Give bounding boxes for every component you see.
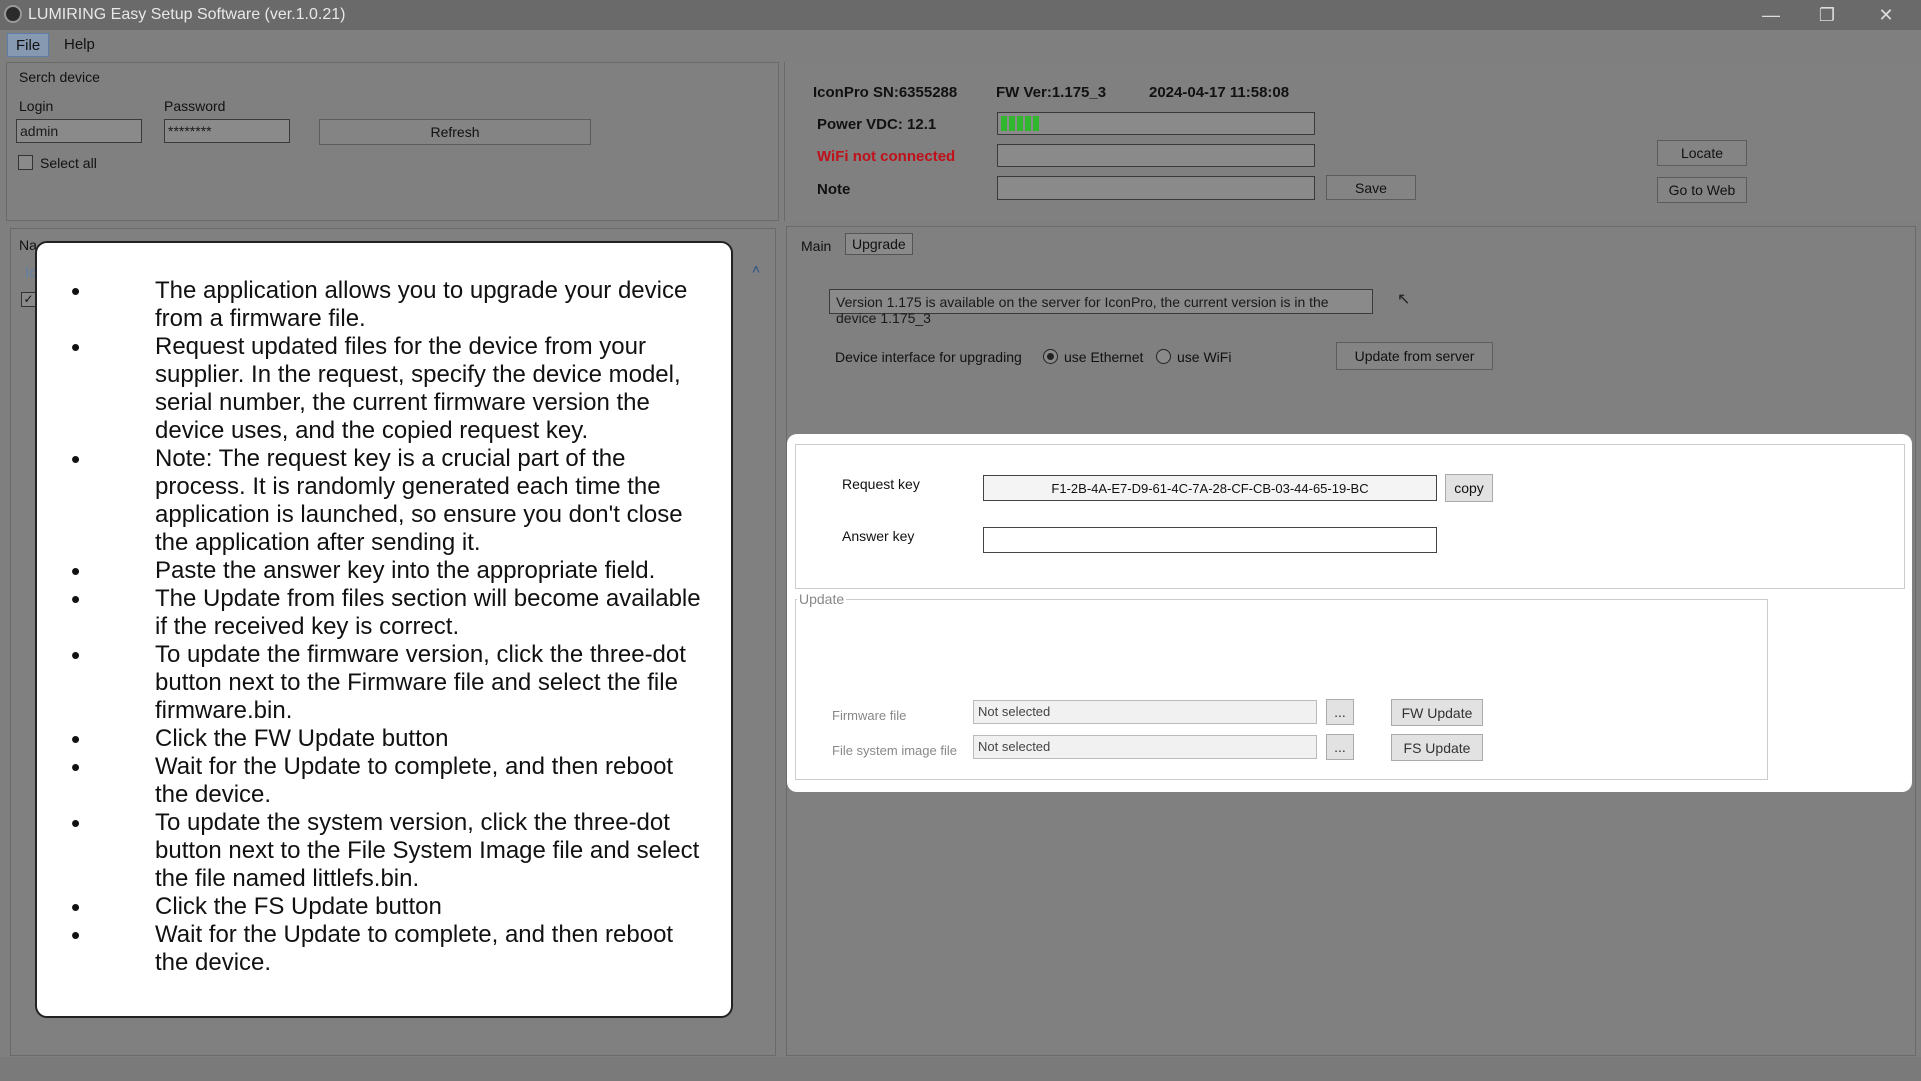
menu-help[interactable]: Help: [56, 33, 103, 57]
power-level-segment: [1009, 116, 1015, 131]
answer-key-input[interactable]: [983, 527, 1437, 553]
request-key-label: Request key: [842, 476, 920, 492]
firmware-file-field: Not selected: [973, 700, 1317, 724]
instruction-item: To update the firmware version, click th…: [37, 641, 701, 725]
password-label: Password: [164, 98, 226, 114]
instruction-item: The application allows you to upgrade yo…: [37, 277, 701, 333]
device-row-checkbox[interactable]: ✓: [21, 292, 36, 307]
fw-update-button[interactable]: FW Update: [1391, 699, 1483, 726]
wifi-field: [997, 144, 1315, 167]
power-level-segment: [1033, 116, 1039, 131]
power-level-segment: [1001, 116, 1007, 131]
power-level-segment: [1017, 116, 1023, 131]
menu-file[interactable]: File: [7, 33, 50, 57]
answer-key-label: Answer key: [842, 528, 915, 544]
instruction-item: Wait for the Update to complete, and the…: [37, 753, 701, 809]
server-version-message: Version 1.175 is available on the server…: [829, 289, 1373, 326]
password-input[interactable]: ********: [164, 119, 290, 143]
login-label: Login: [19, 98, 54, 114]
login-input[interactable]: admin: [16, 119, 142, 143]
save-button[interactable]: Save: [1326, 175, 1416, 200]
firmware-browse-button[interactable]: ...: [1326, 699, 1354, 725]
request-key-field[interactable]: F1-2B-4A-E7-D9-61-4C-7A-28-CF-CB-03-44-6…: [983, 475, 1437, 501]
interface-label: Device interface for upgrading: [835, 349, 1022, 365]
power-level-segment: [1025, 116, 1031, 131]
note-input[interactable]: [997, 176, 1315, 200]
power-level-bar: [997, 112, 1315, 135]
tab-main[interactable]: Main: [797, 236, 835, 256]
restore-icon[interactable]: ❐: [1799, 0, 1855, 30]
app-icon: [4, 5, 22, 23]
keys-panel: Request key F1-2B-4A-E7-D9-61-4C-7A-28-C…: [787, 434, 1912, 792]
fs-image-field: Not selected: [973, 735, 1317, 759]
ethernet-radio[interactable]: [1043, 349, 1058, 364]
update-group-label: Update: [797, 591, 847, 607]
refresh-button[interactable]: Refresh: [319, 119, 591, 145]
select-all-checkbox[interactable]: [18, 155, 33, 170]
instruction-item: Note: The request key is a crucial part …: [37, 445, 701, 557]
ethernet-radio-label[interactable]: use Ethernet: [1064, 349, 1143, 365]
select-all-label: Select all: [40, 155, 97, 171]
copy-button[interactable]: copy: [1445, 474, 1493, 502]
minimize-icon[interactable]: —: [1743, 0, 1799, 30]
wifi-status: WiFi not connected: [817, 148, 956, 165]
go-to-web-button[interactable]: Go to Web: [1657, 177, 1747, 203]
instruction-item: Paste the answer key into the appropriat…: [37, 557, 701, 585]
fs-browse-button[interactable]: ...: [1326, 734, 1354, 760]
search-device-group: Serch device Login admin Password ******…: [6, 62, 779, 221]
device-sn: IconPro SN:6355288: [813, 84, 958, 101]
locate-button[interactable]: Locate: [1657, 140, 1747, 166]
note-label: Note: [817, 181, 851, 198]
wifi-radio-label[interactable]: use WiFi: [1177, 349, 1231, 365]
instruction-item: Wait for the Update to complete, and the…: [37, 921, 701, 977]
fs-update-button[interactable]: FS Update: [1391, 734, 1483, 761]
instructions-list: The application allows you to upgrade yo…: [37, 277, 701, 977]
device-datetime: 2024-04-17 11:58:08: [1149, 84, 1290, 101]
power-label: Power VDC: 12.1: [817, 116, 937, 133]
title-bar: LUMIRING Easy Setup Software (ver.1.0.21…: [0, 0, 1921, 30]
wifi-radio[interactable]: [1156, 349, 1171, 364]
device-info-panel: IconPro SN:6355288 FW Ver:1.175_3 2024-0…: [784, 62, 1921, 221]
firmware-version: FW Ver:1.175_3: [996, 84, 1107, 101]
search-group-label: Serch device: [19, 69, 100, 85]
instruction-item: The Update from files section will becom…: [37, 585, 701, 641]
mouse-cursor-icon: ↖: [1397, 291, 1411, 308]
status-bar: [0, 1057, 1921, 1081]
instruction-item: Click the FS Update button: [37, 893, 701, 921]
collapse-chevron-icon[interactable]: ˄: [752, 261, 760, 277]
fs-image-label: File system image file: [832, 743, 957, 758]
instruction-item: Request updated files for the device fro…: [37, 333, 701, 445]
keys-group: [795, 444, 1905, 589]
window-title: LUMIRING Easy Setup Software (ver.1.0.21…: [28, 6, 346, 23]
menu-bar: File Help: [0, 30, 1921, 60]
update-from-server-button[interactable]: Update from server: [1336, 342, 1493, 370]
instructions-panel: The application allows you to upgrade yo…: [35, 241, 733, 1018]
tab-upgrade[interactable]: Upgrade: [845, 233, 913, 255]
firmware-file-label: Firmware file: [832, 708, 907, 723]
instruction-item: To update the system version, click the …: [37, 809, 701, 893]
instruction-item: Click the FW Update button: [37, 725, 701, 753]
close-icon[interactable]: ✕: [1858, 0, 1914, 30]
